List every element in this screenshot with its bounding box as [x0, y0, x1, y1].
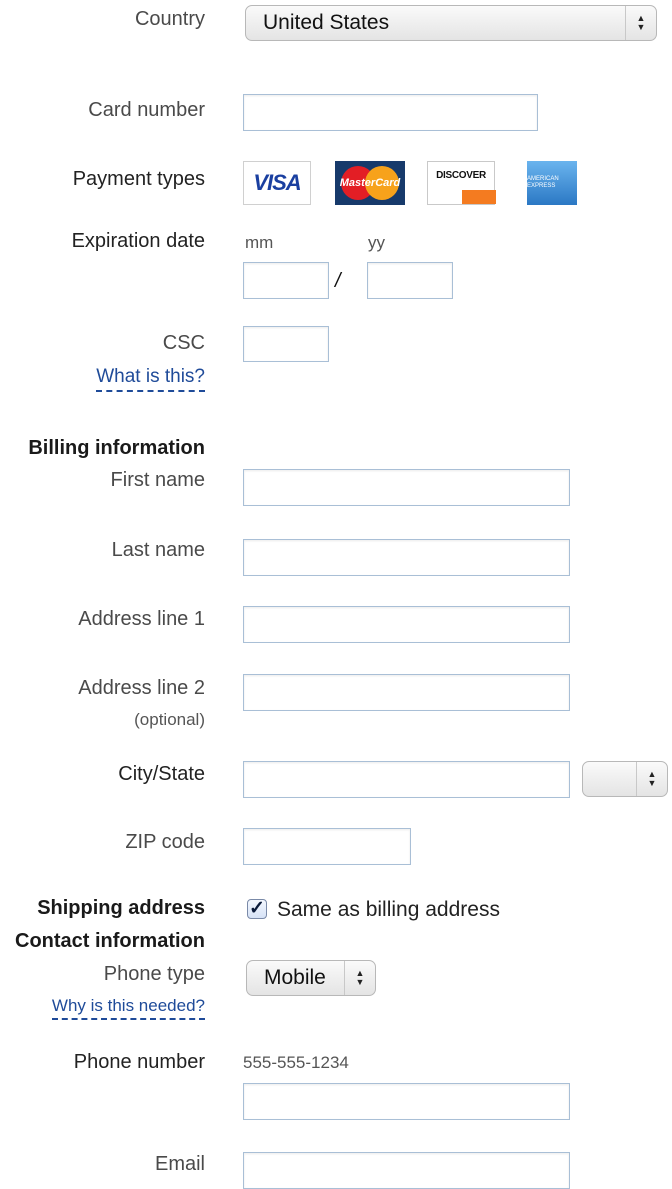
select-arrows-icon: ▲ ▼	[344, 961, 375, 995]
what-is-this-link[interactable]: What is this?	[96, 366, 205, 392]
discover-card-icon: DISCOVER	[427, 161, 496, 205]
payment-types-label: Payment types	[72, 168, 205, 190]
date-separator: /	[335, 270, 341, 292]
country-label: Country	[134, 8, 205, 30]
same-as-billing-checkbox[interactable]: ✓	[247, 899, 267, 919]
phone-number-label: Phone number	[73, 1051, 205, 1073]
shipping-address-heading: Shipping address	[37, 897, 205, 919]
select-arrows-icon: ▲ ▼	[625, 6, 656, 40]
phone-type-select[interactable]: Mobile ▲ ▼	[246, 960, 376, 996]
card-number-label: Card number	[88, 99, 205, 121]
first-name-label: First name	[110, 469, 205, 491]
address-line-2-input[interactable]	[243, 674, 570, 711]
why-is-this-needed-link[interactable]: Why is this needed?	[51, 996, 205, 1020]
billing-information-heading: Billing information	[28, 437, 205, 459]
csc-label: CSC	[162, 332, 205, 354]
card-number-input[interactable]	[243, 94, 538, 131]
last-name-label: Last name	[111, 539, 205, 561]
address-line-1-label: Address line 1	[78, 608, 205, 630]
address-line-1-input[interactable]	[243, 606, 570, 643]
zip-code-input[interactable]	[243, 828, 411, 865]
contact-information-heading: Contact information	[15, 930, 205, 952]
phone-number-input[interactable]	[243, 1083, 570, 1120]
expiration-year-input[interactable]	[367, 262, 453, 299]
first-name-input[interactable]	[243, 469, 570, 506]
zip-code-label: ZIP code	[125, 831, 205, 853]
mastercard-card-icon: MasterCard	[335, 161, 405, 205]
same-as-billing-label[interactable]: Same as billing address	[277, 898, 500, 922]
phone-type-value: Mobile	[264, 966, 326, 989]
email-label: Email	[154, 1153, 205, 1175]
state-select[interactable]: ▲ ▼	[582, 761, 668, 797]
visa-card-icon: VISA	[243, 161, 311, 205]
select-arrows-icon: ▲ ▼	[636, 762, 667, 796]
mm-hint: mm	[245, 233, 274, 252]
address-line-2-label: Address line 2	[78, 677, 205, 699]
checkmark-icon: ✓	[249, 898, 265, 919]
city-state-label: City/State	[118, 763, 205, 785]
phone-type-label: Phone type	[103, 963, 205, 985]
amex-card-icon: AMERICAN EXPRESS	[527, 161, 577, 205]
csc-input[interactable]	[243, 326, 329, 362]
city-input[interactable]	[243, 761, 570, 798]
expiration-date-label: Expiration date	[71, 230, 205, 252]
expiration-month-input[interactable]	[243, 262, 329, 299]
yy-hint: yy	[368, 233, 385, 252]
email-input[interactable]	[243, 1152, 570, 1189]
phone-number-hint: 555-555-1234	[243, 1053, 349, 1072]
last-name-input[interactable]	[243, 539, 570, 576]
country-select-value: United States	[263, 11, 390, 34]
country-select[interactable]: United States ▲ ▼	[245, 5, 657, 41]
optional-note: (optional)	[134, 710, 205, 729]
